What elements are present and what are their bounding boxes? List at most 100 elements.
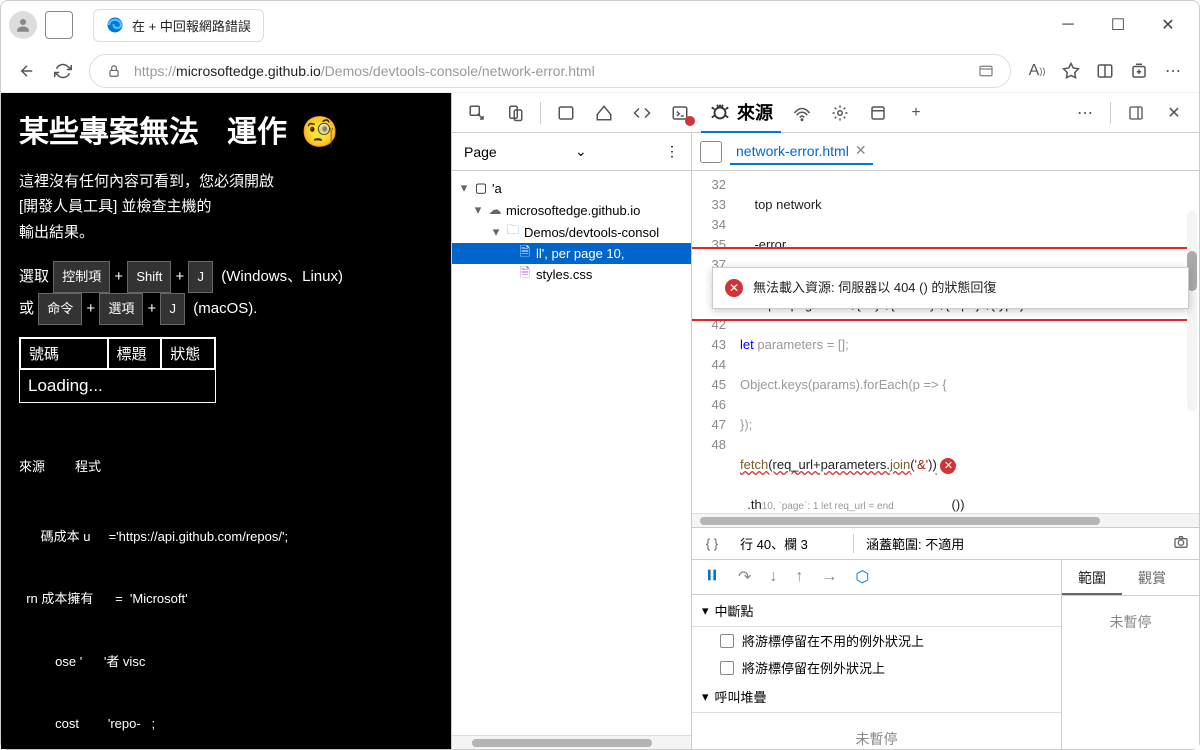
pause-exception-check[interactable]: 將游標停留在不用的例外狀況上 xyxy=(692,627,1061,654)
tree-file-css[interactable]: 🗎styles.css xyxy=(452,264,691,285)
error-icon[interactable]: ✕ xyxy=(940,458,956,474)
kbd: J xyxy=(188,261,213,293)
editor-status: { } 行 40、欄 3 涵蓋範圍: 不適用 xyxy=(692,527,1199,559)
code-body[interactable]: top network -error. ht in per page `${ur… xyxy=(732,171,1199,513)
browser-tab[interactable]: 在 + 中回報網路錯誤 xyxy=(93,9,264,42)
application-tab-icon[interactable] xyxy=(861,96,895,130)
step-out-icon[interactable]: ↑ xyxy=(795,568,803,586)
read-aloud-icon[interactable]: A)) xyxy=(1027,61,1047,81)
window-icon: ▢ xyxy=(474,181,488,195)
th-number: 號碼 xyxy=(20,338,108,369)
close-button[interactable]: ✕ xyxy=(1145,9,1191,41)
tree-host[interactable]: ▾☁microsoftedge.github.io xyxy=(452,199,691,221)
chevron-down-icon: ▾ xyxy=(702,689,709,705)
error-tooltip: ✕ 無法載入資源: 伺服器以 404 () 的狀態回復 xyxy=(712,267,1189,309)
not-paused-label: 未暫停 xyxy=(692,713,1061,749)
callstack-section[interactable]: ▾呼叫堆疊 xyxy=(692,681,1061,713)
performance-tab-icon[interactable] xyxy=(823,96,857,130)
toolbar: https://microsoftedge.github.io/Demos/de… xyxy=(1,49,1199,93)
not-paused-label: 未暫停 xyxy=(1062,596,1199,749)
scope-tab[interactable]: 範圍 xyxy=(1062,560,1122,595)
pause-caught-check[interactable]: 將游標停留在例外狀況上 xyxy=(692,654,1061,681)
add-tab-icon[interactable]: + xyxy=(899,96,933,130)
editor-toggle-icon[interactable] xyxy=(700,141,722,163)
watch-tab[interactable]: 觀賞 xyxy=(1122,560,1182,595)
th-title: 標題 xyxy=(108,338,162,369)
app-icon[interactable] xyxy=(976,61,996,81)
dock-icon[interactable] xyxy=(1119,96,1153,130)
elements-tab-icon[interactable] xyxy=(587,96,621,130)
lock-icon xyxy=(104,61,124,81)
profile-avatar[interactable] xyxy=(9,11,37,39)
pause-button[interactable] xyxy=(704,567,720,588)
kbd: 選項 xyxy=(99,293,143,325)
kbd: Shift xyxy=(127,261,171,293)
devtools-close-icon[interactable]: ✕ xyxy=(1157,96,1191,130)
inspect-icon[interactable] xyxy=(460,96,494,130)
th-status: 狀態 xyxy=(161,338,215,369)
camera-icon[interactable] xyxy=(1163,534,1199,553)
h-scrollbar[interactable] xyxy=(692,513,1199,527)
tab-title: 在 + 中回報網路錯誤 xyxy=(132,16,251,35)
kbd: J xyxy=(160,293,185,325)
step-into-icon[interactable]: ↓ xyxy=(769,568,777,586)
collections-icon[interactable] xyxy=(1129,61,1149,81)
emoji-icon: 🧐 xyxy=(301,111,338,155)
line-gutter: 3233343537404142434445464748 xyxy=(692,171,732,513)
coverage-status: 涵蓋範圍: 不適用 xyxy=(853,534,1163,553)
cursor-position: 行 40、欄 3 xyxy=(732,534,853,553)
address-bar[interactable]: https://microsoftedge.github.io/Demos/de… xyxy=(89,54,1011,88)
step-over-icon[interactable]: ↷ xyxy=(738,567,751,587)
folder-icon: 🗀 xyxy=(506,225,520,239)
split-icon[interactable] xyxy=(1095,61,1115,81)
debugger-pane: ↷ ↓ ↑ → ⬡ ▾中斷點 將游標停留在不用的例外狀況上 將游標停留在例外狀況… xyxy=(692,560,1062,749)
console-tab-icon[interactable] xyxy=(663,96,697,130)
kbd: 控制項 xyxy=(53,261,110,293)
bug-icon xyxy=(709,101,731,123)
back-button[interactable] xyxy=(17,61,37,81)
welcome-tab-icon[interactable] xyxy=(549,96,583,130)
step-icon[interactable]: → xyxy=(821,568,837,586)
maximize-button[interactable]: ☐ xyxy=(1095,9,1141,41)
cloud-icon: ☁ xyxy=(488,203,502,217)
file-navigator: Page ⌄ ⋮ ▾▢'a ▾☁microsoftedge.github.io … xyxy=(452,133,692,749)
more-icon[interactable]: ⋮ xyxy=(665,143,679,160)
editor-tab[interactable]: network-error.html✕ xyxy=(730,138,873,165)
close-icon[interactable]: ✕ xyxy=(855,142,867,159)
tree-folder[interactable]: ▾🗀Demos/devtools-consol xyxy=(452,221,691,243)
checkbox[interactable] xyxy=(720,661,734,675)
sources-tab[interactable]: 來源 xyxy=(701,93,781,133)
workspaces-icon[interactable] xyxy=(45,11,73,39)
breakpoints-section[interactable]: ▾中斷點 xyxy=(692,595,1061,627)
file-icon: 🗎 xyxy=(518,247,532,261)
url-text: https://microsoftedge.github.io/Demos/de… xyxy=(134,63,595,79)
page-tab-label[interactable]: Page xyxy=(464,144,497,160)
refresh-button[interactable] xyxy=(53,61,73,81)
code-editor: network-error.html✕ 32333435374041424344… xyxy=(692,133,1199,749)
favorites-icon[interactable] xyxy=(1061,61,1081,81)
deactivate-bp-icon[interactable]: ⬡ xyxy=(855,567,869,587)
page-code: 來源程式 碼成本 u ='https://api.github.com/repo… xyxy=(19,415,433,749)
chevron-down-icon[interactable]: ⌄ xyxy=(575,143,587,160)
error-badge xyxy=(685,116,695,126)
file-icon: 🗎 xyxy=(518,268,532,282)
checkbox[interactable] xyxy=(720,634,734,648)
minimize-button[interactable]: ─ xyxy=(1045,9,1091,41)
more-tools-icon[interactable]: ⋯ xyxy=(1068,96,1102,130)
tree-file-selected[interactable]: 🗎ll', per page 10, xyxy=(452,243,691,264)
format-icon[interactable]: { } xyxy=(692,536,732,551)
device-icon[interactable] xyxy=(498,96,532,130)
chevron-down-icon: ▾ xyxy=(702,603,709,619)
title-bar: 在 + 中回報網路錯誤 ─ ☐ ✕ xyxy=(1,1,1199,49)
page-content: 某些專案無法 運作 🧐 這裡沒有任何內容可看到，您必須開啟 [開發人員工具] 並… xyxy=(1,93,451,749)
v-scrollbar[interactable] xyxy=(1187,211,1197,411)
code-tab-icon[interactable] xyxy=(625,96,659,130)
devtools-panel: 來源 + ⋯ ✕ Page ⌄ ⋮ ▾▢'a ▾☁micros xyxy=(451,93,1199,749)
network-tab-icon[interactable] xyxy=(785,96,819,130)
shortcut-info: 選取 控制項 + Shift + J (Windows、Linux) 或 命令 … xyxy=(19,261,433,325)
more-icon[interactable]: ⋯ xyxy=(1163,61,1183,81)
tree-root[interactable]: ▾▢'a xyxy=(452,177,691,199)
h-scrollbar[interactable] xyxy=(452,735,691,749)
edge-icon xyxy=(106,16,124,34)
loading-text: Loading... xyxy=(19,369,216,403)
